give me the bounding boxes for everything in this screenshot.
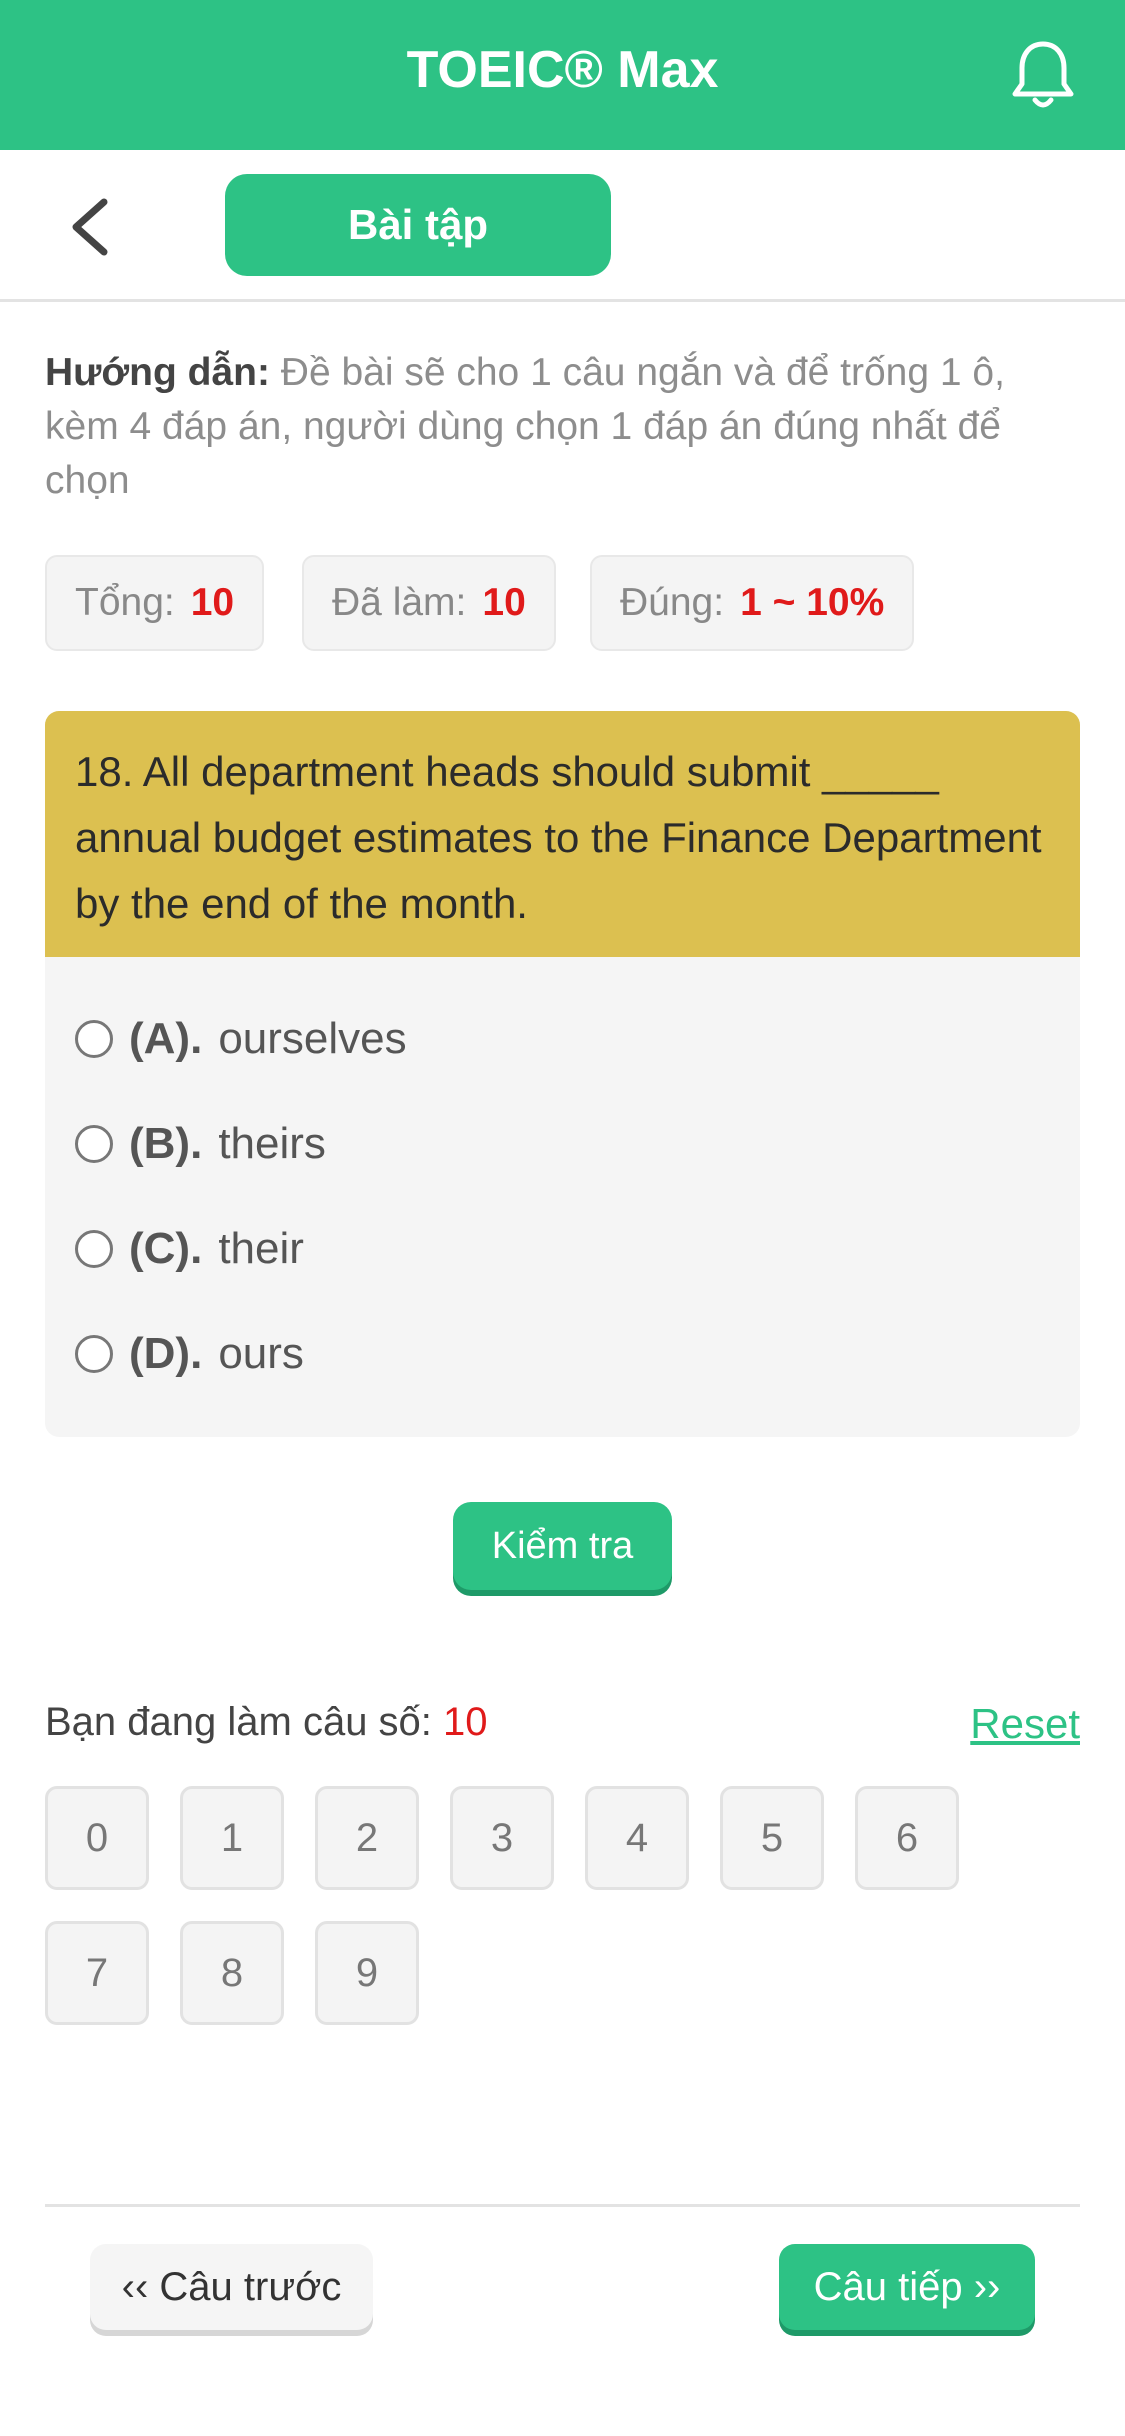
radio-c[interactable] [75, 1230, 113, 1268]
tab-bai-tap[interactable]: Bài tập [225, 174, 611, 276]
question-number-button[interactable]: 7 [45, 1921, 149, 2025]
stat-done-label: Đã làm: [332, 581, 467, 624]
stat-correct-value: 1 ~ 10% [740, 581, 885, 624]
option-a-key: (A). [129, 1014, 203, 1063]
stat-done: Đã làm: 10 [302, 555, 556, 651]
bell-icon[interactable] [1010, 38, 1076, 112]
stat-correct: Đúng: 1 ~ 10% [590, 555, 915, 651]
option-a[interactable]: (A). ourselves [75, 1009, 407, 1069]
check-button[interactable]: Kiểm tra [453, 1502, 672, 1590]
stat-correct-label: Đúng: [620, 581, 725, 624]
stat-done-value: 10 [482, 581, 526, 624]
option-a-text: ourselves [218, 1014, 407, 1063]
app-title: TOEIC® Max [406, 41, 719, 99]
question-number-button[interactable]: 3 [450, 1786, 554, 1890]
sub-header: Bài tập [0, 150, 1125, 302]
app-header: TOEIC® Max [0, 0, 1125, 150]
question-number-button[interactable]: 2 [315, 1786, 419, 1890]
radio-b[interactable] [75, 1125, 113, 1163]
question-number-button[interactable]: 5 [720, 1786, 824, 1890]
option-b[interactable]: (B). theirs [75, 1114, 326, 1174]
current-question-text: Bạn đang làm câu số: [45, 1700, 432, 1744]
stat-total: Tổng: 10 [45, 555, 265, 651]
question-number-button[interactable]: 9 [315, 1921, 419, 2025]
option-b-text: theirs [218, 1119, 326, 1168]
option-c[interactable]: (C). their [75, 1219, 304, 1279]
question-card: 18. All department heads should submit _… [45, 711, 1080, 1437]
next-question-button[interactable]: Câu tiếp ›› [779, 2244, 1035, 2330]
stat-total-value: 10 [190, 581, 235, 624]
current-question-number: 10 [443, 1700, 488, 1744]
question-number-button[interactable]: 8 [180, 1921, 284, 2025]
radio-a[interactable] [75, 1020, 113, 1058]
option-c-key: (C). [129, 1224, 203, 1273]
question-number-button[interactable]: 0 [45, 1786, 149, 1890]
question-number-button[interactable]: 4 [585, 1786, 689, 1890]
option-c-text: their [218, 1224, 304, 1273]
instruction-label: Hướng dẫn: [45, 351, 270, 394]
stat-total-label: Tổng: [75, 581, 175, 624]
radio-d[interactable] [75, 1335, 113, 1373]
question-number-button[interactable]: 1 [180, 1786, 284, 1890]
option-d[interactable]: (D). ours [75, 1324, 304, 1384]
previous-question-button[interactable]: ‹‹ Câu trước [90, 2244, 373, 2330]
reset-link[interactable]: Reset [970, 1700, 1080, 1748]
option-d-text: ours [218, 1329, 304, 1378]
option-d-key: (D). [129, 1329, 203, 1378]
back-arrow-icon[interactable] [62, 192, 122, 262]
instruction-text: Hướng dẫn: Đề bài sẽ cho 1 câu ngắn và đ… [45, 346, 1085, 508]
current-question-label: Bạn đang làm câu số: 10 [45, 1700, 488, 1745]
question-number-button[interactable]: 6 [855, 1786, 959, 1890]
question-text: 18. All department heads should submit _… [45, 711, 1080, 957]
option-b-key: (B). [129, 1119, 203, 1168]
footer-divider [45, 2204, 1080, 2207]
